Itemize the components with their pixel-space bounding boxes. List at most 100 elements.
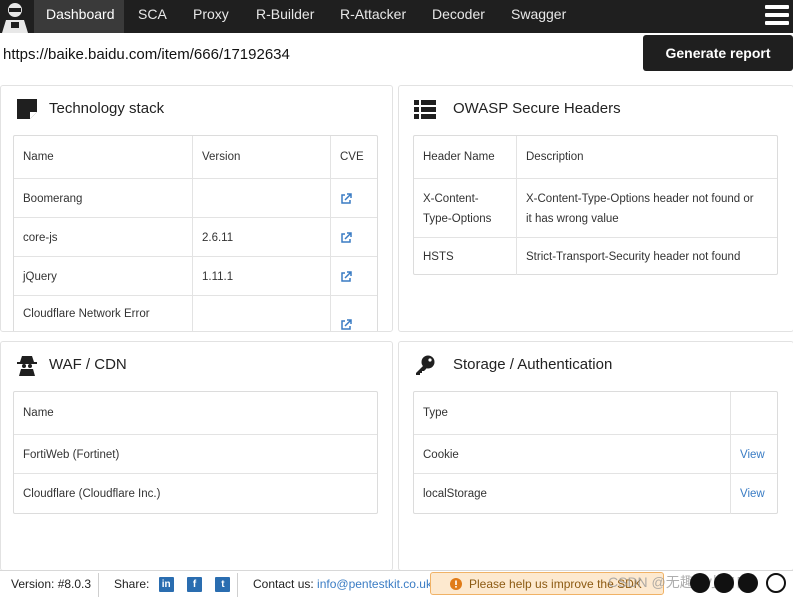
owasp-headers-card: OWASP Secure Headers Header Name Descrip…: [398, 85, 793, 332]
column-header: CVE: [330, 136, 377, 178]
tab-swagger[interactable]: Swagger: [499, 0, 578, 33]
table-row: Cookie View: [414, 434, 777, 474]
tab-label: Decoder: [432, 6, 485, 22]
control-circle-icon[interactable]: [738, 573, 758, 593]
spy-icon: [17, 356, 37, 376]
tab-sca[interactable]: SCA: [126, 0, 179, 33]
table-header-row: Header Name Description: [414, 136, 777, 178]
sticky-note-icon: [17, 99, 37, 119]
table-row: jQuery 1.11.1: [14, 256, 377, 296]
waf-name: Cloudflare (Cloudflare Inc.): [23, 488, 161, 500]
header-description: X-Content-Type-Options header not found …: [516, 179, 777, 238]
table-row: Boomerang: [14, 178, 377, 218]
tech-version: 1.11.1: [192, 257, 330, 296]
tech-version: 2.6.11: [192, 218, 330, 257]
linkedin-icon[interactable]: in: [158, 577, 174, 593]
tab-label: Dashboard: [46, 6, 115, 22]
menu-icon[interactable]: [765, 3, 789, 27]
tech-name: jQuery: [23, 270, 57, 283]
contact-group: Contact us: info@pentestkit.co.uk: [253, 571, 432, 597]
storage-type: localStorage: [423, 488, 487, 500]
card-title: Storage / Authentication: [453, 356, 613, 373]
header-description: Strict-Transport-Security header not fou…: [516, 238, 777, 275]
waf-cdn-card: WAF / CDN Name FortiWeb (Fortinet) Cloud…: [0, 341, 393, 571]
table-header-row: Name: [14, 392, 377, 434]
app-logo-icon[interactable]: [0, 0, 34, 33]
column-header: Header Name: [423, 151, 495, 163]
share-label: Share:: [114, 577, 150, 591]
tab-label: Proxy: [193, 6, 229, 22]
top-nav: Dashboard SCA Proxy R-Builder R-Attacker…: [0, 0, 793, 33]
table-row: FortiWeb (Fortinet): [14, 434, 377, 474]
cve-link[interactable]: [330, 296, 377, 331]
owasp-table: Header Name Description X-Content- Type-…: [413, 135, 778, 275]
table-row: core-js 2.6.11: [14, 217, 377, 257]
table-header-row: Type: [414, 392, 777, 434]
storage-type: Cookie: [423, 448, 459, 461]
waf-name: FortiWeb (Fortinet): [23, 448, 120, 461]
target-url: https://baike.baidu.com/item/666/1719263…: [3, 46, 290, 63]
footer-divider: [98, 573, 99, 597]
card-title: Technology stack: [49, 100, 165, 117]
table-row: X-Content- Type-Options X-Content-Type-O…: [414, 178, 777, 238]
external-link-icon[interactable]: [340, 270, 352, 283]
tab-label: R-Attacker: [340, 6, 407, 22]
external-link-icon[interactable]: [340, 192, 352, 205]
cve-link[interactable]: [330, 257, 377, 296]
column-header: Description: [516, 136, 777, 178]
external-link-icon[interactable]: [340, 231, 352, 244]
storage-table: Type Cookie View localStorage View: [413, 391, 778, 514]
tab-label: Swagger: [511, 6, 567, 22]
card-title: OWASP Secure Headers: [453, 100, 621, 117]
tab-label: R-Builder: [256, 6, 315, 22]
list-icon: [414, 100, 436, 119]
tech-name: Cloudflare Network Error: [23, 308, 150, 320]
column-header: Version: [192, 136, 330, 178]
cve-link[interactable]: [330, 179, 377, 218]
storage-auth-card: Storage / Authentication Type Cookie Vie…: [398, 341, 793, 571]
card-title: WAF / CDN: [49, 356, 127, 373]
twitter-icon[interactable]: t: [215, 577, 231, 593]
key-icon: [416, 355, 435, 375]
cve-link[interactable]: [330, 218, 377, 257]
view-link[interactable]: View: [730, 435, 777, 474]
table-row: Cloudflare Network Error: [14, 295, 377, 331]
share-group: Share: in f t: [114, 571, 231, 597]
arrow-circle-icon[interactable]: [766, 573, 786, 593]
tech-name: Boomerang: [23, 192, 83, 205]
column-header: Type: [423, 407, 448, 419]
description-line: it has wrong value: [526, 212, 619, 225]
waf-table: Name FortiWeb (Fortinet) Cloudflare (Clo…: [13, 391, 378, 514]
header-name-line: Type-Options: [423, 212, 492, 225]
tech-version: [192, 179, 330, 218]
exclamation-circle-icon: [450, 578, 462, 590]
column-header: Name: [23, 407, 54, 419]
view-link[interactable]: View: [730, 474, 777, 514]
tab-label: SCA: [138, 6, 167, 22]
table-row: localStorage View: [414, 473, 777, 514]
tab-proxy[interactable]: Proxy: [181, 0, 241, 33]
tech-name: core-js: [23, 231, 58, 244]
table-row: Cloudflare (Cloudflare Inc.): [14, 473, 377, 514]
header-name-line: X-Content-: [423, 192, 479, 205]
control-circle-icon[interactable]: [690, 573, 710, 593]
header-name: X-Content- Type-Options: [414, 179, 516, 238]
tab-r-builder[interactable]: R-Builder: [244, 0, 326, 33]
contact-label: Contact us:: [253, 577, 314, 591]
tab-decoder[interactable]: Decoder: [420, 0, 497, 33]
control-circle-icon[interactable]: [714, 573, 734, 593]
tech-version: [192, 296, 330, 331]
column-header-empty: [730, 392, 777, 434]
tab-r-attacker[interactable]: R-Attacker: [328, 0, 418, 33]
table-header-row: Name Version CVE: [14, 136, 377, 178]
table-row: HSTS Strict-Transport-Security header no…: [414, 237, 777, 275]
facebook-icon[interactable]: f: [187, 577, 203, 593]
generate-report-button[interactable]: Generate report: [643, 35, 793, 71]
version-label: Version: #8.0.3: [11, 577, 92, 591]
contact-email-link[interactable]: info@pentestkit.co.uk: [317, 577, 432, 591]
header-name: HSTS: [423, 250, 454, 263]
tech-stack-table: Name Version CVE Boomerang core-js 2.6.1…: [13, 135, 378, 331]
external-link-icon[interactable]: [340, 319, 352, 331]
technology-stack-card: Technology stack Name Version CVE Boomer…: [0, 85, 393, 332]
tab-dashboard[interactable]: Dashboard: [34, 0, 124, 33]
